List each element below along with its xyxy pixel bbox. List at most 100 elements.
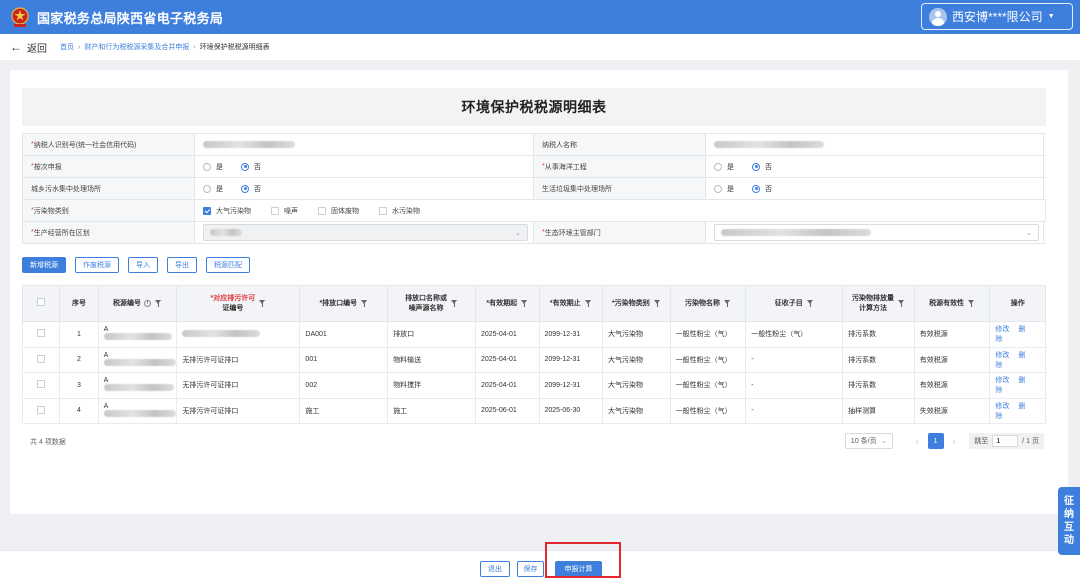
cell-source-no: A bbox=[97, 372, 178, 399]
cell-start: 2025-04-01 bbox=[474, 346, 540, 373]
filter-icon[interactable] bbox=[451, 300, 458, 307]
per-time-no-radio[interactable]: 否 bbox=[241, 162, 261, 172]
breadcrumb: 首页 › 财产和行为税税源采集及合并申报 › 环境保护税税源明细表 bbox=[60, 42, 270, 52]
header-validity: 税源有效性 bbox=[913, 285, 991, 322]
cell-category: 大气污染物 bbox=[602, 372, 671, 399]
total-pages: / 1 页 bbox=[1022, 438, 1039, 445]
filter-icon[interactable] bbox=[361, 300, 368, 307]
header-category: *污染物类别 bbox=[602, 285, 671, 322]
top-bar: 国家税务总局陕西省电子税务局 西安博****限公司 ▼ bbox=[0, 0, 1080, 34]
table-header-row: 序号 税源编号 i *对应排污许可 证编号 *排放口编号 排放口名称或 噪声源名称 *… bbox=[21, 285, 1046, 322]
cell-method: 抽样测算 bbox=[842, 397, 915, 424]
cell-permit: 无排污许可证排口 bbox=[176, 346, 301, 373]
pollutant-water-checkbox[interactable]: 水污染物 bbox=[379, 206, 420, 216]
filter-icon[interactable] bbox=[155, 300, 162, 307]
cell-index: 4 bbox=[59, 397, 99, 424]
select-all-cell bbox=[21, 285, 61, 322]
taxpayer-name-label: 纳税人名称 bbox=[533, 134, 705, 155]
filter-icon[interactable] bbox=[521, 300, 528, 307]
cell-end: 2099-12-31 bbox=[538, 346, 604, 373]
pollutant-solid-checkbox[interactable]: 固体废物 bbox=[318, 206, 359, 216]
info-row: * 生产经营所在区划 ⌄ * 生态环境主管部门 ⌄ bbox=[22, 222, 1046, 244]
breadcrumb-section[interactable]: 财产和行为税税源采集及合并申报 bbox=[84, 42, 189, 52]
per-time-yes-radio[interactable]: 是 bbox=[203, 162, 223, 172]
cell-subitem: - bbox=[745, 372, 844, 399]
ocean-radio-group: 是 否 bbox=[705, 156, 1044, 177]
filter-icon[interactable] bbox=[653, 300, 661, 307]
district-label: * 生产经营所在区划 bbox=[22, 222, 194, 243]
row-select-cell bbox=[21, 397, 61, 424]
pollutant-type-checkboxes: 大气污染物 噪声 固体废物 水污染物 bbox=[194, 200, 1046, 221]
taxpayer-info-grid: * 纳税人识别号(统一社会信用代码) 纳税人名称 * 按次申报 是 否 * 从事海洋工… bbox=[22, 133, 1046, 244]
row-checkbox[interactable] bbox=[37, 329, 46, 338]
district-select[interactable]: ⌄ bbox=[203, 224, 528, 241]
page-number-current[interactable]: 1 bbox=[927, 433, 944, 449]
row-checkbox[interactable] bbox=[37, 405, 46, 414]
cell-outlet-name: 物料输送 bbox=[387, 346, 476, 373]
pollutant-noise-checkbox[interactable]: 噪声 bbox=[271, 206, 298, 216]
filter-icon[interactable] bbox=[897, 300, 905, 307]
cell-outlet-name: 施工 bbox=[387, 397, 476, 424]
caret-down-icon: ▼ bbox=[1047, 13, 1055, 20]
edit-link[interactable]: 修改 bbox=[995, 377, 1009, 384]
ocean-no-radio[interactable]: 否 bbox=[752, 162, 772, 172]
cell-ops: 修改 删除 bbox=[989, 346, 1046, 373]
pollutant-air-checkbox[interactable]: 大气污染物 bbox=[203, 206, 251, 216]
info-row: * 污染物类别 大气污染物 噪声 固体废物 水污染物 bbox=[22, 200, 1046, 222]
garbage-no-radio[interactable]: 否 bbox=[752, 184, 772, 194]
goto-page-input[interactable] bbox=[992, 435, 1019, 447]
sewage-no-radio[interactable]: 否 bbox=[241, 184, 261, 194]
row-checkbox[interactable] bbox=[37, 354, 46, 363]
cell-end: 2099-12-31 bbox=[538, 372, 604, 399]
add-source-button[interactable]: 新增税源 bbox=[22, 257, 66, 273]
filter-icon[interactable] bbox=[968, 300, 975, 307]
edit-link[interactable]: 修改 bbox=[995, 352, 1009, 359]
edit-link[interactable]: 修改 bbox=[995, 403, 1009, 410]
void-source-button[interactable]: 作废税源 bbox=[75, 257, 119, 273]
ocean-yes-radio[interactable]: 是 bbox=[714, 162, 734, 172]
site-title: 国家税务总局陕西省电子税务局 bbox=[37, 10, 224, 26]
match-source-button[interactable]: 税源匹配 bbox=[206, 257, 250, 273]
cell-pollutant: 一般性粉尘（气） bbox=[669, 397, 747, 424]
cell-category: 大气污染物 bbox=[602, 397, 671, 424]
interaction-float-button[interactable]: 征 纳 互 动 bbox=[1058, 487, 1080, 555]
row-checkbox[interactable] bbox=[37, 380, 46, 389]
select-all-checkbox[interactable] bbox=[37, 297, 46, 306]
export-button[interactable]: 导出 bbox=[167, 257, 197, 273]
cell-outlet-name: 物料搅拌 bbox=[387, 372, 476, 399]
filter-icon[interactable] bbox=[259, 300, 266, 307]
exit-button[interactable]: 退出 bbox=[480, 561, 510, 577]
garbage-yes-radio[interactable]: 是 bbox=[714, 184, 734, 194]
cell-validity: 失效税源 bbox=[913, 397, 991, 424]
tax-emblem-icon bbox=[9, 6, 31, 28]
cell-subitem: - bbox=[745, 346, 844, 373]
eco-dept-select[interactable]: ⌄ bbox=[714, 224, 1039, 241]
cell-start: 2025-04-01 bbox=[474, 372, 540, 399]
filter-icon[interactable] bbox=[723, 300, 731, 307]
back-button[interactable]: ← 返回 bbox=[10, 40, 47, 55]
edit-link[interactable]: 修改 bbox=[995, 326, 1009, 333]
help-icon[interactable]: i bbox=[144, 300, 151, 307]
save-button[interactable]: 保存 bbox=[517, 561, 544, 577]
page-size-select[interactable]: 10 条/页 ⌄ bbox=[844, 433, 893, 449]
company-switcher[interactable]: 西安博****限公司 ▼ bbox=[921, 3, 1073, 30]
header-method: 污染物排放量 计算方法 bbox=[842, 285, 915, 322]
filter-icon[interactable] bbox=[584, 300, 592, 307]
import-button[interactable]: 导入 bbox=[128, 257, 158, 273]
arrow-left-icon: ← bbox=[10, 40, 22, 54]
pollutant-type-label: * 污染物类别 bbox=[22, 200, 194, 221]
main-panel: 环境保护税税源明细表 * 纳税人识别号(统一社会信用代码) 纳税人名称 * 按次申报… bbox=[10, 70, 1068, 514]
cell-validity: 有效税源 bbox=[913, 321, 991, 348]
cell-category: 大气污染物 bbox=[602, 346, 671, 373]
cell-outlet-name: 排放口 bbox=[387, 321, 476, 348]
header-end: *有效期止 bbox=[538, 285, 604, 322]
prev-page-icon[interactable]: ‹ bbox=[916, 437, 919, 446]
table-row: 3 A 无排污许可证排口 002 物料搅拌 2025-04-01 2099-12-31 大气污… bbox=[21, 372, 1046, 399]
breadcrumb-home[interactable]: 首页 bbox=[60, 42, 74, 52]
next-page-icon[interactable]: › bbox=[953, 437, 956, 446]
cell-outlet-no: 施工 bbox=[299, 397, 389, 424]
sewage-label: 城乡污水集中处理场所 bbox=[22, 178, 194, 199]
sewage-yes-radio[interactable]: 是 bbox=[203, 184, 223, 194]
filter-icon[interactable] bbox=[806, 300, 814, 307]
info-row: * 按次申报 是 否 * 从事海洋工程 是 否 bbox=[22, 156, 1046, 178]
